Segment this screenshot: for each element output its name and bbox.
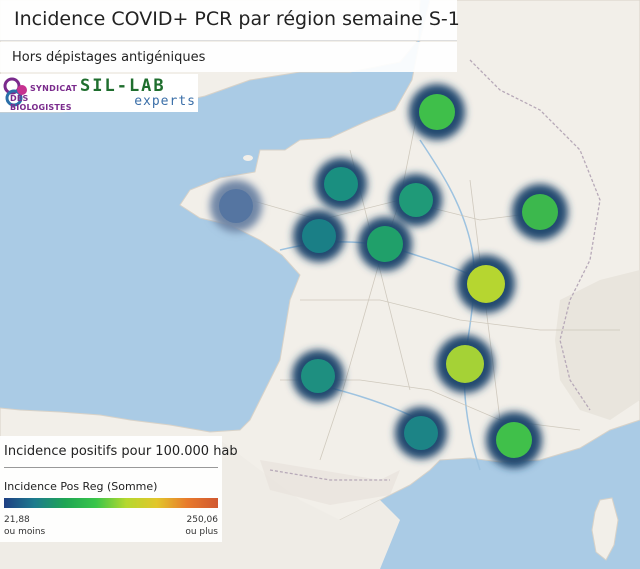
legend-title: Incidence positifs pour 100.000 hab: [4, 444, 238, 459]
sil-lab-subtext: experts: [134, 94, 196, 109]
heat-point[interactable]: [293, 210, 345, 262]
heat-point[interactable]: [436, 335, 494, 393]
subtitle-bar: Hors dépistages antigéniques: [0, 42, 457, 72]
heat-point[interactable]: [486, 412, 542, 468]
heat-point[interactable]: [210, 180, 262, 232]
sil-lab-text: SIL-LAB: [80, 76, 166, 96]
heat-point[interactable]: [457, 255, 515, 313]
legend-min-note: ou moins: [4, 527, 46, 537]
page-subtitle: Hors dépistages antigéniques: [12, 50, 206, 65]
logo-strip: SYNDICAT DES BIOLOGISTES SIL-LAB experts: [0, 74, 198, 112]
page-title: Incidence COVID+ PCR par région semaine …: [14, 8, 460, 30]
sil-lab-logo: SIL-LAB experts: [80, 76, 198, 110]
title-bar: Incidence COVID+ PCR par région semaine …: [0, 0, 460, 41]
heat-point[interactable]: [390, 174, 442, 226]
legend-divider: [4, 467, 218, 468]
legend-gradient: [4, 498, 218, 508]
legend-max-note: ou plus: [185, 527, 218, 537]
legend-min-value: 21,88: [4, 515, 30, 525]
heat-point[interactable]: [292, 350, 344, 402]
heat-point[interactable]: [409, 84, 465, 140]
heat-point[interactable]: [358, 217, 412, 271]
heat-point[interactable]: [512, 184, 568, 240]
syndicat-text-2: DES BIOLOGISTES: [10, 94, 72, 112]
legend-panel: Incidence positifs pour 100.000 hab Inci…: [0, 436, 238, 542]
legend-max-value: 250,06: [186, 515, 219, 525]
syndicat-logo: SYNDICAT DES BIOLOGISTES: [2, 76, 78, 112]
heat-point[interactable]: [395, 407, 447, 459]
heat-point[interactable]: [315, 158, 367, 210]
legend-series: Incidence Pos Reg (Somme): [4, 480, 158, 493]
syndicat-text-1: SYNDICAT: [30, 84, 78, 93]
channel-island: [243, 155, 253, 161]
